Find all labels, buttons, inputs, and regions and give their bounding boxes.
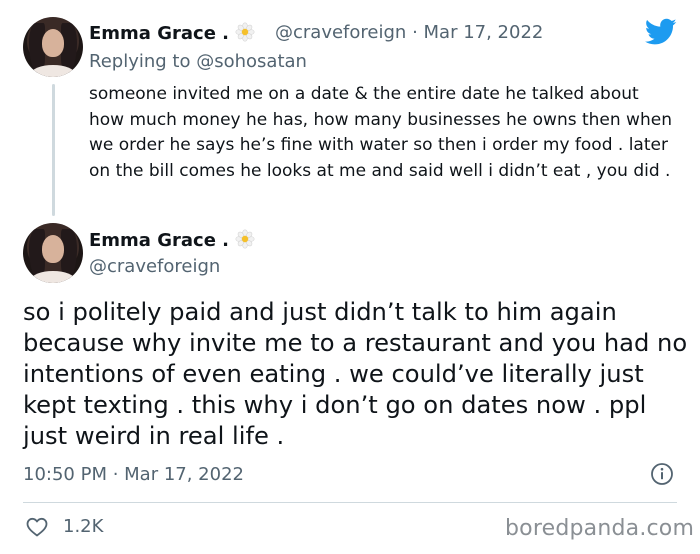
author-name[interactable]: Emma Grace . <box>89 22 255 44</box>
avatar[interactable] <box>23 223 83 283</box>
tweet-meta: @craveforeign · Mar 17, 2022 <box>275 22 543 43</box>
twitter-bird-icon[interactable] <box>645 18 677 46</box>
handle[interactable]: @craveforeign <box>275 22 406 43</box>
date[interactable]: · Mar 17, 2022 <box>412 22 543 43</box>
like-count[interactable]: 1.2K <box>63 516 103 537</box>
replying-to: Replying to @sohosatan <box>89 51 307 72</box>
avatar[interactable] <box>23 17 83 77</box>
replying-to-handle[interactable]: @sohosatan <box>196 51 307 72</box>
replying-to-label: Replying to <box>89 51 191 72</box>
info-icon[interactable] <box>650 462 674 486</box>
reply-tweet-text: someone invited me on a date & the entir… <box>89 84 672 181</box>
watermark: boredpanda.com <box>505 516 695 541</box>
timestamp[interactable]: 10:50 PM · Mar 17, 2022 <box>23 464 244 485</box>
author-name[interactable]: Emma Grace . <box>89 229 255 251</box>
author-name-text: Emma Grace . <box>89 230 230 251</box>
handle[interactable]: @craveforeign <box>89 256 220 277</box>
daisy-flower-icon <box>235 229 255 249</box>
main-tweet-text: so i politely paid and just didn’t talk … <box>23 298 688 450</box>
divider <box>23 502 677 503</box>
daisy-flower-icon <box>235 22 255 42</box>
author-name-text: Emma Grace . <box>89 23 230 44</box>
heart-icon[interactable] <box>25 515 49 539</box>
thread-line <box>52 84 55 216</box>
